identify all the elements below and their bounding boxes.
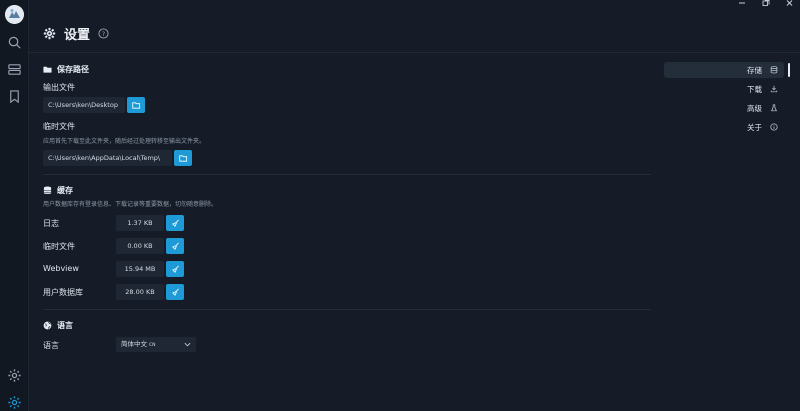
settings-active-icon[interactable] xyxy=(7,395,22,410)
nav-active-indicator xyxy=(788,63,790,77)
settings-gear-icon[interactable] xyxy=(7,368,22,383)
avatar-image-icon xyxy=(5,5,24,24)
section-divider xyxy=(43,309,651,310)
section-divider xyxy=(43,174,651,175)
header-divider xyxy=(29,52,800,53)
help-icon[interactable]: ? xyxy=(98,27,109,39)
bookmark-icon[interactable] xyxy=(7,89,22,104)
broom-icon xyxy=(171,265,179,273)
language-label: 语言 xyxy=(43,341,59,350)
storage-path-section: 保存路径 输出文件 C:\Users\ken\Desktop 临时文件 应用首先… xyxy=(43,64,651,174)
cache-title: 缓存 xyxy=(43,185,651,195)
broom-icon xyxy=(171,242,179,250)
cache-row-label: Webview xyxy=(43,264,79,273)
close-icon[interactable] xyxy=(786,0,796,8)
cache-section: 缓存 用户数据库存有登录信息、下载记录等重要数据，切勿随意删除。 日志 1.37… xyxy=(43,185,651,303)
gear-icon xyxy=(43,27,56,39)
language-title: 语言 xyxy=(43,320,651,330)
database-icon xyxy=(43,185,52,194)
nav-item-download[interactable]: 下载 xyxy=(664,81,784,97)
language-code: CN xyxy=(149,343,156,348)
database-icon xyxy=(770,66,778,74)
flask-icon xyxy=(771,104,777,112)
clear-userdb-button[interactable] xyxy=(166,284,184,300)
cache-hint: 用户数据库存有登录信息、下载记录等重要数据，切勿随意删除。 xyxy=(43,201,218,208)
language-select[interactable]: 简体中文 CN xyxy=(116,337,196,352)
output-file-label: 输出文件 xyxy=(43,83,75,92)
temp-file-hint: 应用首先下载至此文件夹，随后经过处理转移至输出文件夹。 xyxy=(43,138,206,145)
folder-open-icon xyxy=(131,101,140,109)
clear-temp-button[interactable] xyxy=(166,238,184,254)
nav-item-advanced[interactable]: 高级 xyxy=(664,100,784,116)
sidebar xyxy=(0,0,29,411)
info-icon xyxy=(770,123,778,131)
storage-path-title: 保存路径 xyxy=(43,64,651,74)
language-selected-value: 简体中文 xyxy=(121,340,147,348)
chevron-down-icon xyxy=(184,342,191,347)
clear-webview-button[interactable] xyxy=(166,261,184,277)
temp-folder-button[interactable] xyxy=(174,150,192,166)
restore-icon[interactable] xyxy=(762,0,772,8)
page-header: 设置 ? xyxy=(43,24,109,43)
output-path-field[interactable]: C:\Users\ken\Desktop xyxy=(43,97,125,113)
folder-open-icon xyxy=(178,154,187,162)
cache-row-label: 日志 xyxy=(43,219,59,228)
search-icon[interactable] xyxy=(7,35,22,50)
nav-item-about[interactable]: 关于 xyxy=(664,119,784,135)
temp-file-label: 临时文件 xyxy=(43,122,75,131)
temp-path-field[interactable]: C:\Users\ken\AppData\Local\Temp\ xyxy=(43,150,172,166)
cache-size-value: 28.00 KB xyxy=(116,284,164,300)
download-icon xyxy=(770,85,778,93)
clear-log-button[interactable] xyxy=(166,215,184,231)
avatar[interactable] xyxy=(5,5,24,24)
download-list-icon[interactable] xyxy=(7,62,22,77)
page-title: 设置 xyxy=(64,27,91,43)
folder-icon xyxy=(43,66,52,73)
cache-size-value: 15.94 MB xyxy=(116,261,164,277)
nav-item-storage[interactable]: 存储 xyxy=(664,62,784,78)
globe-icon xyxy=(43,321,52,329)
broom-icon xyxy=(171,288,179,296)
cache-size-value: 1.37 KB xyxy=(116,215,164,231)
cache-row-label: 用户数据库 xyxy=(43,288,83,297)
output-folder-button[interactable] xyxy=(127,97,145,113)
cache-row-label: 临时文件 xyxy=(43,242,75,251)
svg-text:?: ? xyxy=(102,29,105,37)
broom-icon xyxy=(171,219,179,227)
minimize-icon[interactable] xyxy=(738,0,748,8)
language-section: 语言 语言 简体中文 CN xyxy=(43,320,651,356)
cache-size-value: 0.00 KB xyxy=(116,238,164,254)
